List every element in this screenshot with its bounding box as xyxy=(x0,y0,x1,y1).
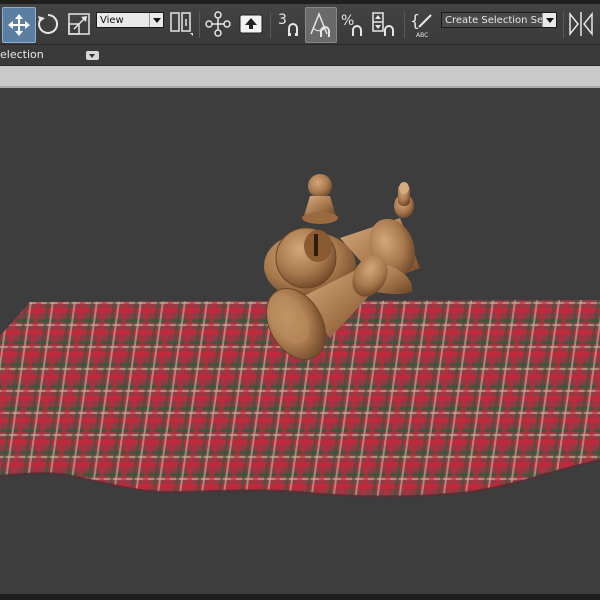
select-and-move-button[interactable] xyxy=(2,7,36,43)
mirror-button[interactable] xyxy=(566,7,596,41)
keyboard-shortcut-override-icon xyxy=(239,14,263,34)
ribbon-bar: election xyxy=(0,45,600,66)
snap-dimension-label: 3 xyxy=(278,12,287,28)
edit-named-selection-sets-button[interactable]: { ABC xyxy=(408,7,438,41)
percent-snap-toggle-button[interactable]: % xyxy=(338,7,368,41)
ribbon-panel-strip xyxy=(0,66,600,88)
spinner-snap-toggle-icon xyxy=(372,12,394,36)
svg-text:%: % xyxy=(341,13,354,29)
spinner-snap-toggle-button[interactable] xyxy=(369,7,399,41)
select-and-scale-button[interactable] xyxy=(64,7,94,41)
status-bar-edge xyxy=(0,594,600,600)
snaps-toggle-icon: 3 xyxy=(278,12,298,36)
angle-snap-toggle-button[interactable] xyxy=(305,7,337,43)
use-pivot-point-icon xyxy=(170,12,193,36)
select-and-rotate-icon xyxy=(38,13,59,34)
select-and-move-icon xyxy=(8,14,30,36)
chevron-down-icon xyxy=(542,13,556,27)
select-and-manipulate-button[interactable] xyxy=(203,7,233,41)
snaps-toggle-button[interactable]: 3 xyxy=(274,7,304,41)
svg-text:{: { xyxy=(410,11,420,30)
reference-coordinate-dropdown[interactable]: View xyxy=(96,12,164,28)
main-toolbar: View 3 % {ABC Create Selection Se xyxy=(0,4,600,45)
ribbon-collapse-button[interactable] xyxy=(86,51,99,60)
select-and-scale-icon xyxy=(68,13,90,35)
percent-snap-toggle-icon: % xyxy=(341,13,362,36)
scene-render xyxy=(0,174,600,498)
angle-snap-toggle-icon xyxy=(310,11,330,37)
mirror-icon xyxy=(569,11,593,37)
edit-named-selection-sets-icon: { ABC xyxy=(410,11,432,39)
perspective-viewport[interactable] xyxy=(0,88,600,594)
named-selection-sets-placeholder: Create Selection Se xyxy=(445,15,544,26)
select-and-manipulate-icon xyxy=(205,11,231,37)
svg-text:ABC: ABC xyxy=(416,32,428,39)
named-selection-sets-dropdown[interactable]: Create Selection Se xyxy=(441,12,557,28)
select-and-rotate-button[interactable] xyxy=(34,7,62,41)
keyboard-shortcut-override-button[interactable] xyxy=(236,7,266,41)
chevron-down-icon xyxy=(149,13,163,27)
reference-coordinate-value: View xyxy=(100,15,124,26)
ribbon-tab-label[interactable]: election xyxy=(0,48,44,61)
use-pivot-point-button[interactable] xyxy=(166,7,196,41)
